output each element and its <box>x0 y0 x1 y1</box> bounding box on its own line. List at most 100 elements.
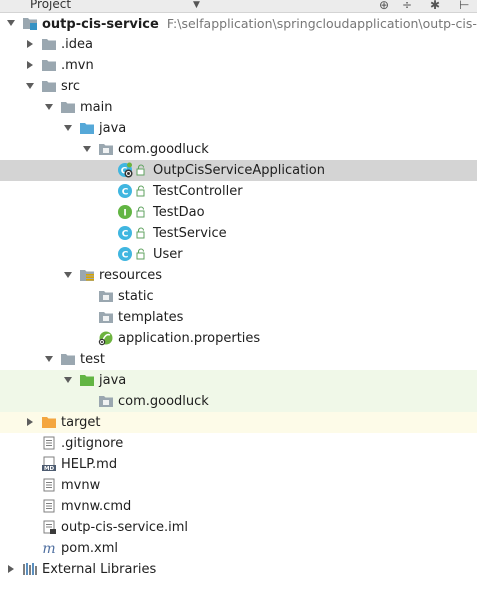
tree-row-main[interactable]: main <box>0 97 477 118</box>
tree-item-label: OutpCisServiceApplication <box>153 163 325 178</box>
tree-row-java[interactable]: java <box>0 370 477 391</box>
maven-icon: m <box>41 540 57 556</box>
tree-row-static[interactable]: static <box>0 286 477 307</box>
tree-row-com-goodluck[interactable]: com.goodluck <box>0 391 477 412</box>
access-lock-icon <box>136 185 146 197</box>
tree-item-label: java <box>99 121 127 136</box>
tree-row-idea[interactable]: .idea <box>0 34 477 55</box>
module-folder-icon <box>22 15 38 31</box>
folder-icon <box>60 99 76 115</box>
tree-item-label: .mvn <box>61 58 94 73</box>
tree-row-mvnw-cmd[interactable]: mvnw.cmd <box>0 496 477 517</box>
svg-text:MD: MD <box>44 466 54 472</box>
iml-file-icon <box>41 519 57 535</box>
locate-icon[interactable]: ⊕ <box>379 0 389 11</box>
tree-item-label: TestController <box>153 184 243 199</box>
tree-item-label: src <box>61 79 80 94</box>
spring-boot-class-icon: C <box>117 162 133 178</box>
test-source-folder-icon <box>79 372 95 388</box>
tree-row-test[interactable]: test <box>0 349 477 370</box>
tree-row-gitignore[interactable]: .gitignore <box>0 433 477 454</box>
tree-item-label: mvnw <box>61 478 101 493</box>
tree-item-label: User <box>153 247 183 262</box>
spring-properties-icon <box>98 330 114 346</box>
folder-icon <box>41 36 57 52</box>
tree-row-testdao[interactable]: I TestDao <box>0 202 477 223</box>
package-icon <box>98 393 114 409</box>
project-toolbar: Project ▼ ⊕ ÷ ✱ ⊢ <box>0 0 477 13</box>
tree-item-label: java <box>99 373 127 388</box>
tree-item-label: .gitignore <box>61 436 124 451</box>
expand-arrow-right-icon[interactable] <box>25 39 35 49</box>
expand-arrow-down-icon[interactable] <box>63 270 73 280</box>
libraries-icon <box>22 561 38 577</box>
expand-arrow-down-icon[interactable] <box>63 123 73 133</box>
file-icon <box>41 435 57 451</box>
svg-text:C: C <box>122 230 129 240</box>
expand-arrow-right-icon[interactable] <box>6 564 16 574</box>
tree-row-external-libraries[interactable]: External Libraries <box>0 559 477 580</box>
tree-row-target[interactable]: target <box>0 412 477 433</box>
tree-item-label: application.properties <box>118 331 261 346</box>
tree-row-mvn[interactable]: .mvn <box>0 55 477 76</box>
expand-arrow-right-icon[interactable] <box>25 417 35 427</box>
tree-row-resources[interactable]: resources <box>0 265 477 286</box>
folder-icon <box>41 78 57 94</box>
package-icon <box>98 141 114 157</box>
hide-panel-icon[interactable]: ⊢ <box>459 0 469 11</box>
project-path: F:\selfapplication\springcloudapplicatio… <box>166 16 477 31</box>
excluded-folder-icon <box>41 414 57 430</box>
file-icon <box>41 498 57 514</box>
file-icon <box>41 477 57 493</box>
tree-item-label: pom.xml <box>61 541 118 556</box>
interface-icon: I <box>117 204 133 220</box>
tree-item-label: outp-cis-service F:\selfapplication\sprin… <box>42 14 477 34</box>
expand-arrow-down-icon[interactable] <box>44 354 54 364</box>
package-icon <box>98 309 114 325</box>
tree-row-templates[interactable]: templates <box>0 307 477 328</box>
project-view-title[interactable]: Project <box>30 0 71 11</box>
expand-arrow-down-icon[interactable] <box>25 81 35 91</box>
tree-item-label: com.goodluck <box>118 394 209 409</box>
svg-text:I: I <box>123 209 126 219</box>
tree-row-java[interactable]: java <box>0 118 477 139</box>
class-icon: C <box>117 225 133 241</box>
expand-arrow-down-icon[interactable] <box>44 102 54 112</box>
tree-row-src[interactable]: src <box>0 76 477 97</box>
expand-arrow-right-icon[interactable] <box>25 60 35 70</box>
tree-item-label: External Libraries <box>42 562 157 577</box>
tree-row-testcontroller[interactable]: C TestController <box>0 181 477 202</box>
folder-icon <box>41 57 57 73</box>
tree-row-outp-cis-service[interactable]: outp-cis-service F:\selfapplication\sprin… <box>0 13 477 34</box>
tree-row-testservice[interactable]: C TestService <box>0 223 477 244</box>
tree-row-help-md[interactable]: MD HELP.md <box>0 454 477 475</box>
svg-text:m: m <box>42 541 55 556</box>
tree-row-outp-cis-service-iml[interactable]: outp-cis-service.iml <box>0 517 477 538</box>
expand-arrow-down-icon[interactable] <box>6 18 16 28</box>
class-icon: C <box>117 246 133 262</box>
access-lock-icon <box>136 206 146 218</box>
expand-arrow-down-icon[interactable] <box>63 375 73 385</box>
tree-item-label: resources <box>99 268 163 283</box>
class-icon: C <box>117 183 133 199</box>
tree-row-com-goodluck[interactable]: com.goodluck <box>0 139 477 160</box>
svg-text:C: C <box>122 188 129 198</box>
tree-row-pom-xml[interactable]: m pom.xml <box>0 538 477 559</box>
gear-icon[interactable]: ✱ <box>430 0 440 11</box>
tree-item-label: templates <box>118 310 184 325</box>
tree-item-label: TestDao <box>153 205 205 220</box>
tree-item-label: com.goodluck <box>118 142 209 157</box>
tree-item-label: TestService <box>153 226 227 241</box>
tree-row-outpcisserviceapplication[interactable]: C OutpCisServiceApplication <box>0 160 477 181</box>
tree-row-mvnw[interactable]: mvnw <box>0 475 477 496</box>
svg-text:C: C <box>122 251 129 261</box>
expand-arrow-down-icon[interactable] <box>82 144 92 154</box>
folder-icon <box>60 351 76 367</box>
collapse-all-icon[interactable]: ÷ <box>402 0 412 11</box>
tree-item-label: HELP.md <box>61 457 118 472</box>
tree-row-user[interactable]: C User <box>0 244 477 265</box>
tree-item-label: .idea <box>61 37 93 52</box>
view-selector-chevron-icon[interactable]: ▼ <box>193 0 200 10</box>
source-folder-icon <box>79 120 95 136</box>
tree-row-application-properties[interactable]: application.properties <box>0 328 477 349</box>
